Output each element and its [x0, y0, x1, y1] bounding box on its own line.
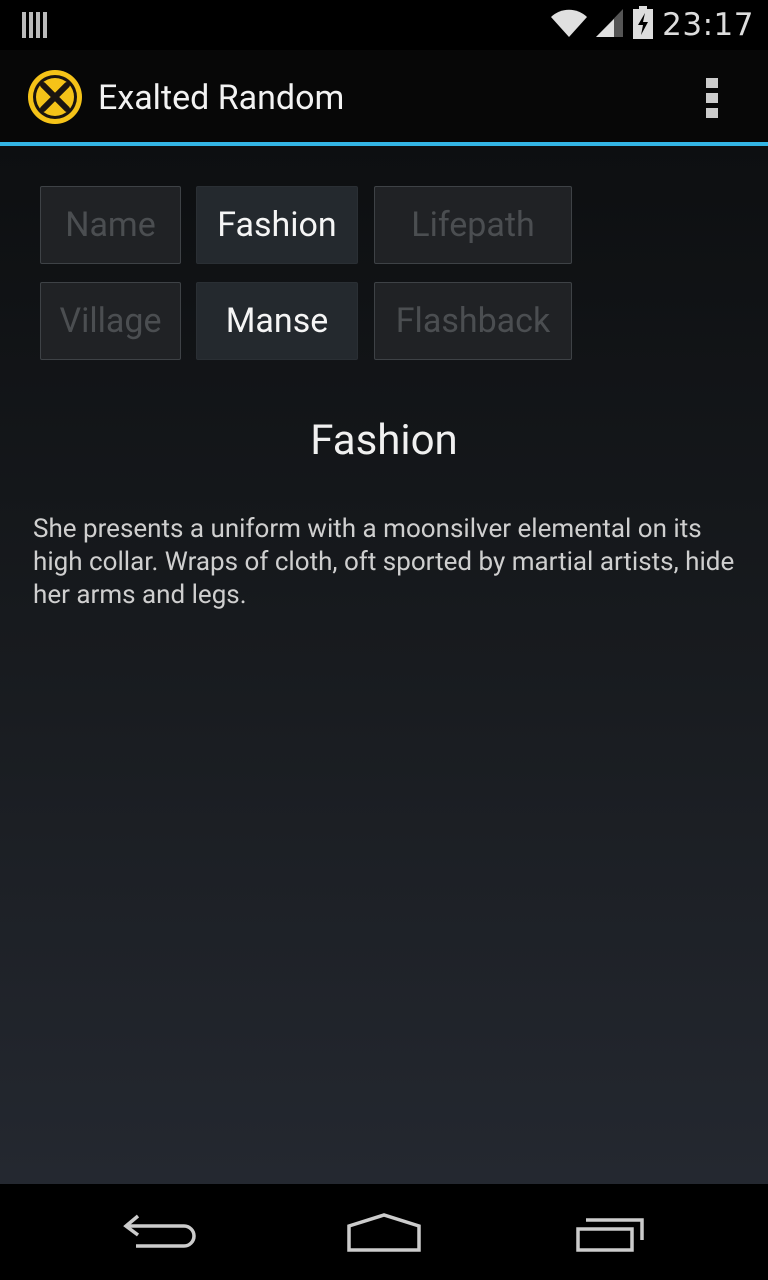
recent-apps-icon[interactable] [564, 1204, 660, 1260]
status-time: 23:17 [662, 7, 754, 43]
status-bar: 23:17 [0, 0, 768, 50]
manse-button[interactable]: Manse [196, 282, 358, 360]
section-title: Fashion [310, 416, 458, 465]
village-button[interactable]: Village [40, 282, 181, 360]
flashback-button[interactable]: Flashback [374, 282, 572, 360]
navigation-bar [0, 1184, 768, 1280]
notification-bars-icon [22, 10, 48, 44]
signal-icon [596, 7, 624, 43]
description-text: She presents a uniform with a moonsilver… [33, 514, 735, 610]
lifepath-button[interactable]: Lifepath [374, 186, 572, 264]
battery-charging-icon [632, 6, 654, 44]
action-bar: Exalted Random [0, 50, 768, 146]
overflow-menu-icon[interactable] [690, 74, 734, 122]
main-content: Name Fashion Lifepath Village Manse Flas… [0, 146, 768, 1184]
app-title: Exalted Random [98, 78, 345, 118]
name-button[interactable]: Name [40, 186, 181, 264]
exalted-logo-icon[interactable] [26, 68, 84, 126]
fashion-button[interactable]: Fashion [196, 186, 358, 264]
back-icon[interactable] [112, 1204, 208, 1260]
wifi-icon [550, 7, 588, 43]
home-icon[interactable] [336, 1204, 432, 1260]
